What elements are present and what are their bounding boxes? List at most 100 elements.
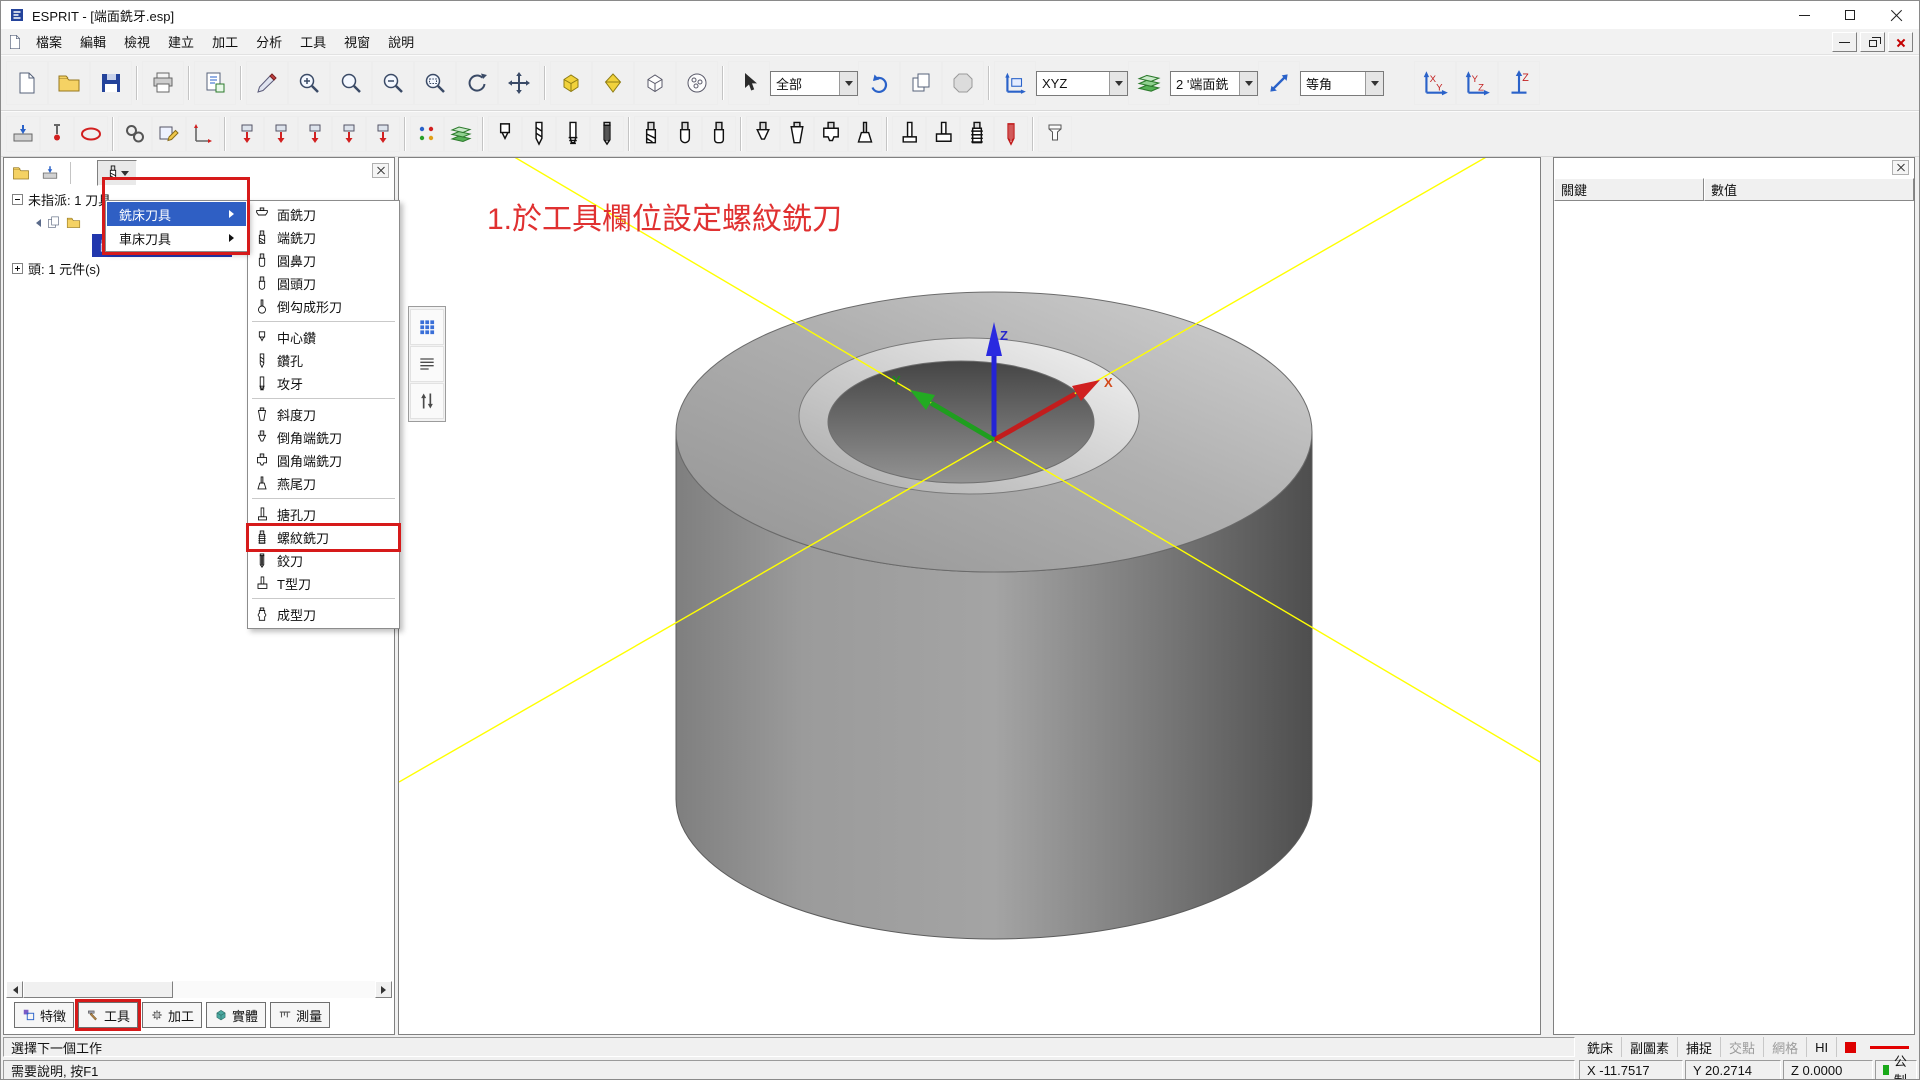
thread-mill-tool-button[interactable] bbox=[960, 116, 994, 152]
boring-tool-button[interactable] bbox=[892, 116, 926, 152]
view-orient-xy-button[interactable]: XY bbox=[1414, 61, 1456, 105]
dovetail-tool-button[interactable] bbox=[848, 116, 882, 152]
mdi-minimize-button[interactable] bbox=[1832, 32, 1857, 52]
view-orient-yz-button[interactable]: YZ bbox=[1456, 61, 1498, 105]
menu-item-thread-mill[interactable]: 螺紋銑刀 bbox=[249, 526, 398, 549]
axes-feature-button[interactable] bbox=[186, 116, 220, 152]
window-maximize-button[interactable] bbox=[1827, 1, 1873, 29]
copy-button[interactable] bbox=[900, 61, 942, 105]
machine-setup-button[interactable] bbox=[37, 160, 63, 186]
menu-item-end-mill[interactable]: 端銑刀 bbox=[249, 226, 398, 249]
expand-icon[interactable] bbox=[12, 263, 23, 274]
stock-ellipse-button[interactable] bbox=[74, 116, 108, 152]
t-slot-tool-button[interactable] bbox=[926, 116, 960, 152]
menu-item-tap[interactable]: 攻牙 bbox=[249, 372, 398, 395]
undo-button[interactable] bbox=[858, 61, 900, 105]
chamfer-tool-button[interactable] bbox=[746, 116, 780, 152]
view-orient-z-button[interactable]: Z bbox=[1498, 61, 1540, 105]
window-close-button[interactable] bbox=[1873, 1, 1919, 29]
grid-toggle-button[interactable] bbox=[410, 309, 444, 345]
toggle-grid[interactable]: 網格 bbox=[1763, 1037, 1806, 1057]
menu-item-taper-mill[interactable]: 斜度刀 bbox=[249, 403, 398, 426]
scroll-right-button[interactable] bbox=[375, 981, 392, 998]
tap-tool-button[interactable] bbox=[556, 116, 590, 152]
mdi-restore-button[interactable] bbox=[1860, 32, 1885, 52]
shaded-view-button[interactable] bbox=[550, 61, 592, 105]
combo-arrow-button[interactable] bbox=[1365, 72, 1383, 95]
menu-edit[interactable]: 編輯 bbox=[71, 29, 115, 54]
list-lines-button[interactable] bbox=[410, 346, 444, 382]
menu-analysis[interactable]: 分析 bbox=[247, 29, 291, 54]
taper-tool-button[interactable] bbox=[780, 116, 814, 152]
machine-mode-toggle[interactable]: 銑床 bbox=[1579, 1037, 1621, 1057]
menu-item-drill[interactable]: 鑽孔 bbox=[249, 349, 398, 372]
new-tool-dropdown-button[interactable] bbox=[97, 160, 137, 186]
menu-item-reamer[interactable]: 鉸刀 bbox=[249, 549, 398, 572]
toggle-subelement[interactable]: 副圖素 bbox=[1621, 1037, 1677, 1057]
ball-mill-tool-button[interactable] bbox=[668, 116, 702, 152]
scroll-left-button[interactable] bbox=[6, 981, 23, 998]
select-cursor-button[interactable] bbox=[728, 61, 770, 105]
sort-updown-button[interactable] bbox=[410, 383, 444, 419]
custom-tool-button[interactable] bbox=[994, 116, 1028, 152]
value-column-header[interactable]: 數值 bbox=[1704, 178, 1914, 201]
menu-create[interactable]: 建立 bbox=[159, 29, 203, 54]
menu-item-undercut-mill[interactable]: 倒勾成形刀 bbox=[249, 295, 398, 318]
tab-solids[interactable]: 實體 bbox=[206, 1002, 266, 1028]
combo-arrow-button[interactable] bbox=[1109, 72, 1127, 95]
panel-close-button[interactable] bbox=[1892, 160, 1909, 175]
zoom-button[interactable] bbox=[330, 61, 372, 105]
hole-feature-button-3[interactable] bbox=[298, 116, 332, 152]
translucent-view-button[interactable] bbox=[676, 61, 718, 105]
probe-button[interactable] bbox=[40, 116, 74, 152]
hole-feature-button-4[interactable] bbox=[332, 116, 366, 152]
selection-filter-combo[interactable]: 全部 bbox=[770, 71, 858, 96]
scrollbar-thumb[interactable] bbox=[23, 981, 173, 998]
scrollbar-track[interactable] bbox=[23, 981, 375, 998]
zoom-in-button[interactable] bbox=[288, 61, 330, 105]
center-drill-tool-button[interactable] bbox=[488, 116, 522, 152]
tab-operations[interactable]: 加工 bbox=[142, 1002, 202, 1028]
end-mill-tool-button[interactable] bbox=[634, 116, 668, 152]
combo-arrow-button[interactable] bbox=[839, 72, 857, 95]
key-column-header[interactable]: 關鍵 bbox=[1554, 178, 1704, 201]
menu-item-t-slot-mill[interactable]: T型刀 bbox=[249, 572, 398, 595]
combo-arrow-button[interactable] bbox=[1239, 72, 1257, 95]
window-minimize-button[interactable] bbox=[1781, 1, 1827, 29]
report-button[interactable] bbox=[194, 61, 236, 105]
tool-holder-button[interactable] bbox=[1038, 116, 1072, 152]
menu-view[interactable]: 檢視 bbox=[115, 29, 159, 54]
menu-item-center-drill[interactable]: 中心鑽 bbox=[249, 326, 398, 349]
menu-item-lathe-tools[interactable]: 車床刀具 bbox=[107, 226, 246, 250]
hole-feature-button-2[interactable] bbox=[264, 116, 298, 152]
menu-file[interactable]: 檔案 bbox=[27, 29, 71, 54]
menu-item-corner-round-mill[interactable]: 圓角端銑刀 bbox=[249, 449, 398, 472]
hole-feature-button-5[interactable] bbox=[366, 116, 400, 152]
rotate-view-button[interactable] bbox=[456, 61, 498, 105]
wireframe-view-button[interactable] bbox=[634, 61, 676, 105]
3d-scene[interactable]: Z X Y bbox=[399, 158, 1540, 1034]
menu-machining[interactable]: 加工 bbox=[203, 29, 247, 54]
erase-button[interactable] bbox=[246, 61, 288, 105]
tab-tools[interactable]: 工具 bbox=[78, 1002, 138, 1028]
workplane-button[interactable] bbox=[994, 61, 1036, 105]
toggle-intersection[interactable]: 交點 bbox=[1720, 1037, 1763, 1057]
chain-feature-button[interactable] bbox=[118, 116, 152, 152]
collapse-icon[interactable] bbox=[12, 194, 23, 205]
stock-setup-button[interactable] bbox=[6, 116, 40, 152]
shaded-part-button[interactable] bbox=[592, 61, 634, 105]
hole-feature-button-1[interactable] bbox=[230, 116, 264, 152]
tab-measure[interactable]: 測量 bbox=[270, 1002, 330, 1028]
open-file-button[interactable] bbox=[48, 61, 90, 105]
menu-window[interactable]: 視窗 bbox=[335, 29, 379, 54]
menu-item-bull-nose-mill[interactable]: 圓鼻刀 bbox=[249, 249, 398, 272]
menu-item-dovetail-mill[interactable]: 燕尾刀 bbox=[249, 472, 398, 495]
menu-tools[interactable]: 工具 bbox=[291, 29, 335, 54]
pan-button[interactable] bbox=[498, 61, 540, 105]
menu-item-boring-bar[interactable]: 搪孔刀 bbox=[249, 503, 398, 526]
menu-item-face-mill[interactable]: 面銑刀 bbox=[249, 203, 398, 226]
workplane-combo[interactable]: XYZ bbox=[1036, 71, 1128, 96]
toggle-snap[interactable]: 捕捉 bbox=[1677, 1037, 1720, 1057]
layer-combo[interactable]: 2 '端面銑 bbox=[1170, 71, 1258, 96]
mdi-close-button[interactable] bbox=[1888, 32, 1913, 52]
